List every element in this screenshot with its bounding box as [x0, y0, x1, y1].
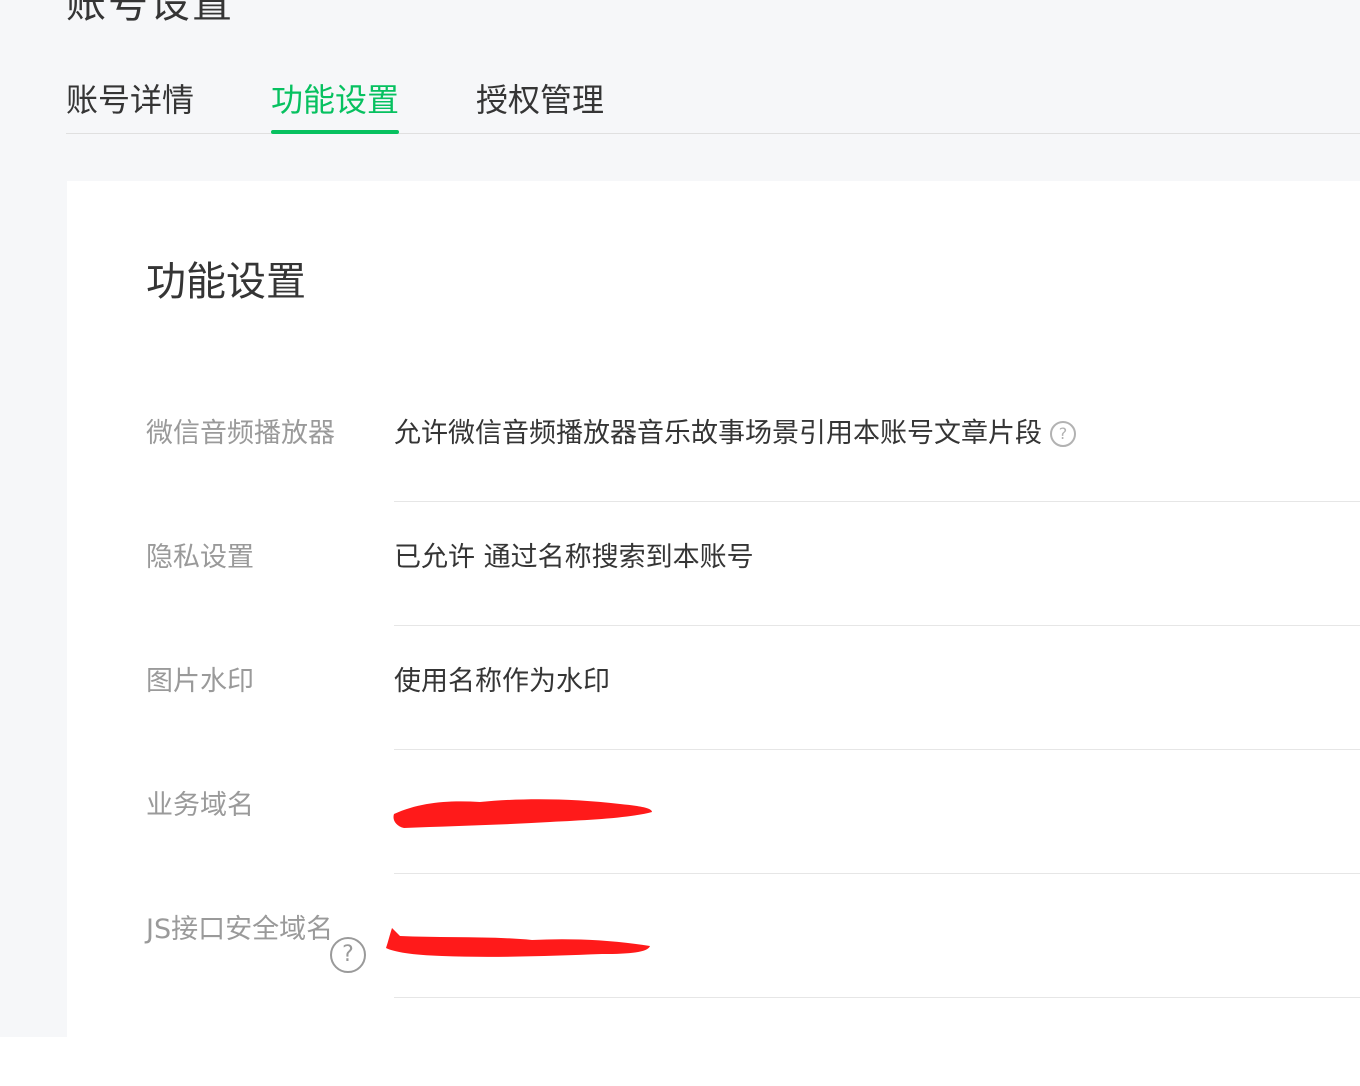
setting-value: 使用名称作为水印 [394, 666, 610, 697]
tab-feature-settings[interactable]: 功能设置 [271, 78, 400, 134]
setting-label: 业务域名 [146, 790, 254, 821]
row-divider [394, 997, 1360, 998]
tab-authorization-management[interactable]: 授权管理 [476, 78, 604, 133]
setting-row-js-domain: JS接口安全域名 ? [146, 874, 1360, 998]
redaction-mark [393, 799, 652, 828]
tab-account-details[interactable]: 账号详情 [66, 78, 194, 133]
setting-label: 隐私设置 [146, 542, 254, 573]
setting-value: 允许微信音频播放器音乐故事场景引用本账号文章片段? [394, 414, 1076, 454]
setting-row-watermark: 图片水印 使用名称作为水印 [146, 626, 1360, 750]
section-title: 功能设置 [146, 259, 306, 305]
tab-bar: 账号详情 功能设置 授权管理 [66, 78, 1360, 134]
help-icon[interactable]: ? [1050, 421, 1076, 447]
setting-value-text: 允许微信音频播放器音乐故事场景引用本账号文章片段 [394, 418, 1042, 449]
setting-label: JS接口安全域名 [146, 914, 334, 945]
setting-row-business-domain: 业务域名 [146, 750, 1360, 874]
page-bottom-area [0, 1037, 1360, 1086]
setting-value: 已允许 通过名称搜索到本账号 [394, 542, 754, 573]
setting-row-audio-player: 微信音频播放器 允许微信音频播放器音乐故事场景引用本账号文章片段? [146, 378, 1360, 502]
settings-card: 功能设置 微信音频播放器 允许微信音频播放器音乐故事场景引用本账号文章片段? 隐… [67, 181, 1360, 1037]
setting-label: 微信音频播放器 [146, 418, 335, 449]
help-icon[interactable]: ? [330, 937, 366, 973]
page-title: 账号设置 [66, 0, 234, 27]
redaction-mark [386, 928, 650, 957]
setting-label: 图片水印 [146, 666, 254, 697]
setting-row-privacy: 隐私设置 已允许 通过名称搜索到本账号 [146, 502, 1360, 626]
